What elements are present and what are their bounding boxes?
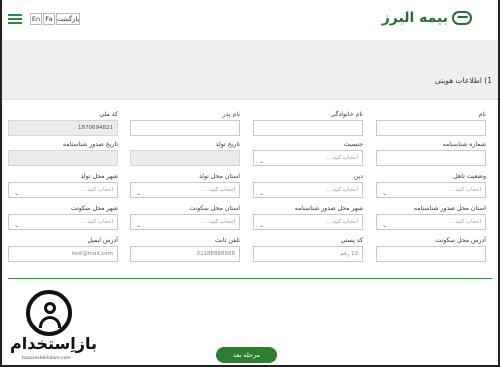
id-issue-date-label: تاریخ صدور شناسنامه bbox=[62, 141, 118, 148]
residence-province-placeholder: انتخاب کنید ... bbox=[202, 219, 235, 225]
national-code-input: 1870694821 bbox=[8, 120, 118, 136]
id-number-field: شماره شناسنامه bbox=[376, 140, 486, 166]
father-name-field: نام پدر bbox=[130, 110, 240, 136]
email-label: آدرس ایمیل bbox=[87, 237, 118, 244]
phone-field: تلفن ثابت 02188888888 bbox=[130, 236, 240, 262]
issue-city-field: شهر محل صدور شناسنامه انتخاب کنید ... ⌄ bbox=[253, 204, 363, 230]
address-input[interactable] bbox=[376, 246, 486, 262]
issue-province-field: استان محل صدور شناسنامه انتخاب کنید ... ⌄ bbox=[376, 204, 486, 230]
last-name-input[interactable] bbox=[253, 120, 363, 136]
gender-placeholder: انتخاب کنید ... bbox=[325, 155, 358, 161]
email-input[interactable]: test@mail.com bbox=[8, 246, 118, 262]
issue-city-placeholder: انتخاب کنید ... bbox=[325, 219, 358, 225]
father-name-input[interactable] bbox=[130, 120, 240, 136]
chevron-down-icon: ⌄ bbox=[259, 190, 265, 197]
birth-province-select[interactable]: انتخاب کنید ... ⌄ bbox=[130, 182, 240, 198]
logo-text: بیمه البرز bbox=[381, 10, 448, 26]
marital-status-field: وضعیت تاهل انتخاب کنید ... ⌄ bbox=[376, 172, 486, 198]
religion-label: دین bbox=[353, 173, 363, 180]
religion-select[interactable]: انتخاب کنید ... ⌄ bbox=[253, 182, 363, 198]
id-number-input[interactable] bbox=[376, 150, 486, 166]
logo[interactable]: بیمه البرز bbox=[382, 10, 472, 26]
residence-city-select[interactable]: انتخاب کنید ... ⌄ bbox=[8, 214, 118, 230]
chevron-down-icon: ⌄ bbox=[136, 222, 142, 229]
last-name-label: نام خانوادگی bbox=[330, 111, 363, 118]
residence-city-field: شهر محل سکونت انتخاب کنید ... ⌄ bbox=[8, 204, 118, 230]
watermark-user-icon bbox=[26, 290, 72, 336]
postal-code-field: کد پستی 10 رقم bbox=[253, 236, 363, 262]
chevron-down-icon: ⌄ bbox=[14, 222, 20, 229]
marital-status-label: وضعیت تاهل bbox=[453, 173, 486, 180]
birth-province-label: استان محل تولد bbox=[198, 173, 240, 180]
section-divider bbox=[8, 278, 492, 279]
birth-city-select[interactable]: انتخاب کنید ... ⌄ bbox=[8, 182, 118, 198]
chevron-down-icon: ⌄ bbox=[382, 222, 388, 229]
address-label: آدرس محل سکونت bbox=[435, 237, 486, 244]
lang-en-button[interactable]: En bbox=[30, 13, 42, 25]
watermark: بازاِستخدام bazarestekhdam.com bbox=[4, 290, 97, 365]
residence-city-label: شهر محل سکونت bbox=[71, 205, 118, 212]
chevron-down-icon: ⌄ bbox=[382, 190, 388, 197]
marital-status-placeholder: انتخاب کنید ... bbox=[448, 187, 481, 193]
issue-city-label: شهر محل صدور شناسنامه bbox=[294, 205, 363, 212]
issue-city-select[interactable]: انتخاب کنید ... ⌄ bbox=[253, 214, 363, 230]
id-issue-date-input[interactable] bbox=[8, 150, 118, 166]
birth-province-placeholder: انتخاب کنید ... bbox=[202, 187, 235, 193]
religion-field: دین انتخاب کنید ... ⌄ bbox=[253, 172, 363, 198]
birth-date-label: تاریخ تولد bbox=[215, 141, 240, 148]
issue-province-placeholder: انتخاب کنید ... bbox=[448, 219, 481, 225]
gender-label: جنسیت bbox=[343, 141, 363, 148]
first-name-field: نام bbox=[376, 110, 486, 136]
address-field: آدرس محل سکونت bbox=[376, 236, 486, 262]
religion-placeholder: انتخاب کنید ... bbox=[325, 187, 358, 193]
first-name-input[interactable] bbox=[376, 120, 486, 136]
birth-city-field: شهر محل تولد انتخاب کنید ... ⌄ bbox=[8, 172, 118, 198]
postal-code-label: کد پستی bbox=[340, 237, 363, 244]
birth-city-placeholder: انتخاب کنید ... bbox=[80, 187, 113, 193]
issue-province-label: استان محل صدور شناسنامه bbox=[413, 205, 486, 212]
residence-province-label: استان محل سکونت bbox=[189, 205, 240, 212]
gray-banner bbox=[2, 40, 498, 100]
section-title: 1) اطلاعات هویتی bbox=[434, 76, 492, 85]
chevron-down-icon: ⌄ bbox=[259, 158, 265, 165]
id-number-label: شماره شناسنامه bbox=[442, 141, 486, 148]
birth-city-label: شهر محل تولد bbox=[80, 173, 118, 180]
first-name-label: نام bbox=[478, 111, 486, 118]
gender-field: جنسیت انتخاب کنید ... ⌄ bbox=[253, 140, 363, 166]
id-issue-date-field: تاریخ صدور شناسنامه bbox=[8, 140, 118, 166]
marital-status-select[interactable]: انتخاب کنید ... ⌄ bbox=[376, 182, 486, 198]
birth-date-input[interactable] bbox=[130, 150, 240, 166]
chevron-down-icon: ⌄ bbox=[136, 190, 142, 197]
lang-fa-button[interactable]: Fa bbox=[43, 13, 55, 25]
logo-mark-icon bbox=[452, 11, 472, 25]
issue-province-select[interactable]: انتخاب کنید ... ⌄ bbox=[376, 214, 486, 230]
phone-label: تلفن ثابت bbox=[215, 237, 240, 244]
hamburger-menu-icon[interactable] bbox=[8, 14, 22, 24]
watermark-url: bazarestekhdam.com bbox=[22, 356, 71, 361]
next-step-button[interactable]: مرحله بعد bbox=[216, 347, 277, 363]
birth-province-field: استان محل تولد انتخاب کنید ... ⌄ bbox=[130, 172, 240, 198]
last-name-field: نام خانوادگی bbox=[253, 110, 363, 136]
national-code-label: کد ملی bbox=[99, 111, 118, 118]
chevron-down-icon: ⌄ bbox=[14, 190, 20, 197]
watermark-text: بازاِستخدام bbox=[10, 334, 97, 353]
national-code-field: کد ملی 1870694821 bbox=[8, 110, 118, 136]
father-name-label: نام پدر bbox=[222, 111, 240, 118]
chevron-down-icon: ⌄ bbox=[259, 222, 265, 229]
top-header: En Fa بازگشت بیمه البرز bbox=[2, 0, 498, 40]
residence-city-placeholder: انتخاب کنید ... bbox=[80, 219, 113, 225]
gender-select[interactable]: انتخاب کنید ... ⌄ bbox=[253, 150, 363, 166]
phone-input[interactable]: 02188888888 bbox=[130, 246, 240, 262]
residence-province-select[interactable]: انتخاب کنید ... ⌄ bbox=[130, 214, 240, 230]
residence-province-field: استان محل سکونت انتخاب کنید ... ⌄ bbox=[130, 204, 240, 230]
back-button[interactable]: بازگشت bbox=[56, 13, 80, 25]
email-field: آدرس ایمیل test@mail.com bbox=[8, 236, 118, 262]
postal-code-input[interactable]: 10 رقم bbox=[253, 246, 363, 262]
birth-date-field: تاریخ تولد bbox=[130, 140, 240, 166]
